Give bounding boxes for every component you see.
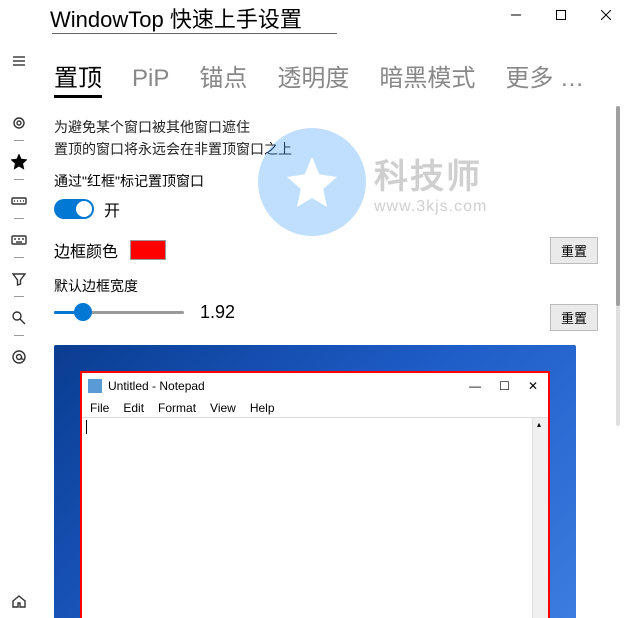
tab-anchor[interactable]: 锚点: [199, 58, 247, 93]
tab-more[interactable]: 更多 …: [505, 58, 584, 93]
separator: [14, 335, 24, 336]
notepad-menu: File Edit Format View Help: [82, 399, 548, 418]
keyboard-icon[interactable]: [8, 190, 30, 212]
keyboard2-icon[interactable]: [8, 229, 30, 251]
notepad-icon: [88, 379, 102, 393]
separator: [14, 296, 24, 297]
preview-panel: Untitled - Notepad — ☐ ✕ File Edit Forma…: [54, 345, 576, 618]
toggle-state-text: 开: [104, 197, 120, 221]
at-icon[interactable]: [8, 346, 30, 368]
np-menu-edit[interactable]: Edit: [123, 401, 144, 415]
mark-label: 通过"红框"标记置顶窗口: [54, 171, 598, 191]
window-title: WindowTop 快速上手设置: [50, 2, 302, 34]
np-menu-file[interactable]: File: [90, 401, 109, 415]
border-width-value: 1.92: [200, 302, 235, 323]
mark-toggle[interactable]: [54, 199, 94, 219]
notepad-window: Untitled - Notepad — ☐ ✕ File Edit Forma…: [80, 371, 550, 618]
np-menu-help[interactable]: Help: [250, 401, 275, 415]
np-minimize-button[interactable]: —: [469, 379, 481, 393]
minimize-button[interactable]: [493, 0, 538, 30]
tab-opacity[interactable]: 透明度: [277, 58, 349, 93]
border-width-label: 默认边框宽度: [54, 276, 598, 296]
separator: [14, 257, 24, 258]
np-menu-format[interactable]: Format: [158, 401, 196, 415]
gear-icon[interactable]: [8, 112, 30, 134]
reset-color-button[interactable]: 重置: [550, 237, 598, 264]
main-scrollbar[interactable]: [616, 106, 620, 426]
notepad-scrollbar[interactable]: ▴: [532, 418, 548, 618]
separator: [14, 218, 24, 219]
border-width-slider[interactable]: [54, 303, 184, 321]
separator: [14, 140, 24, 141]
description: 为避免某个窗口被其他窗口遮住 置顶的窗口将永远会在非置顶窗口之上: [54, 116, 598, 161]
np-menu-view[interactable]: View: [210, 401, 236, 415]
maximize-button[interactable]: [538, 0, 583, 30]
title-underline: [52, 33, 337, 34]
separator: [14, 179, 24, 180]
notepad-editor[interactable]: [82, 418, 532, 618]
border-color-swatch[interactable]: [130, 240, 166, 260]
menu-icon[interactable]: [8, 50, 30, 72]
search-tilt-icon[interactable]: [8, 307, 30, 329]
tab-pip[interactable]: PiP: [132, 65, 169, 93]
np-close-button[interactable]: ✕: [528, 379, 538, 393]
close-button[interactable]: [583, 0, 628, 30]
tab-pin[interactable]: 置顶: [54, 58, 102, 98]
np-maximize-button[interactable]: ☐: [499, 379, 510, 393]
tabs: 置顶 PiP 锚点 透明度 暗黑模式 更多 …: [54, 58, 598, 98]
reset-width-button[interactable]: 重置: [550, 304, 598, 331]
home-icon[interactable]: [8, 590, 30, 612]
star-icon[interactable]: [8, 151, 30, 173]
notepad-title: Untitled - Notepad: [108, 379, 205, 393]
tab-darkmode[interactable]: 暗黑模式: [379, 58, 475, 93]
border-color-label: 边框颜色: [54, 238, 118, 262]
filter-icon[interactable]: [8, 268, 30, 290]
